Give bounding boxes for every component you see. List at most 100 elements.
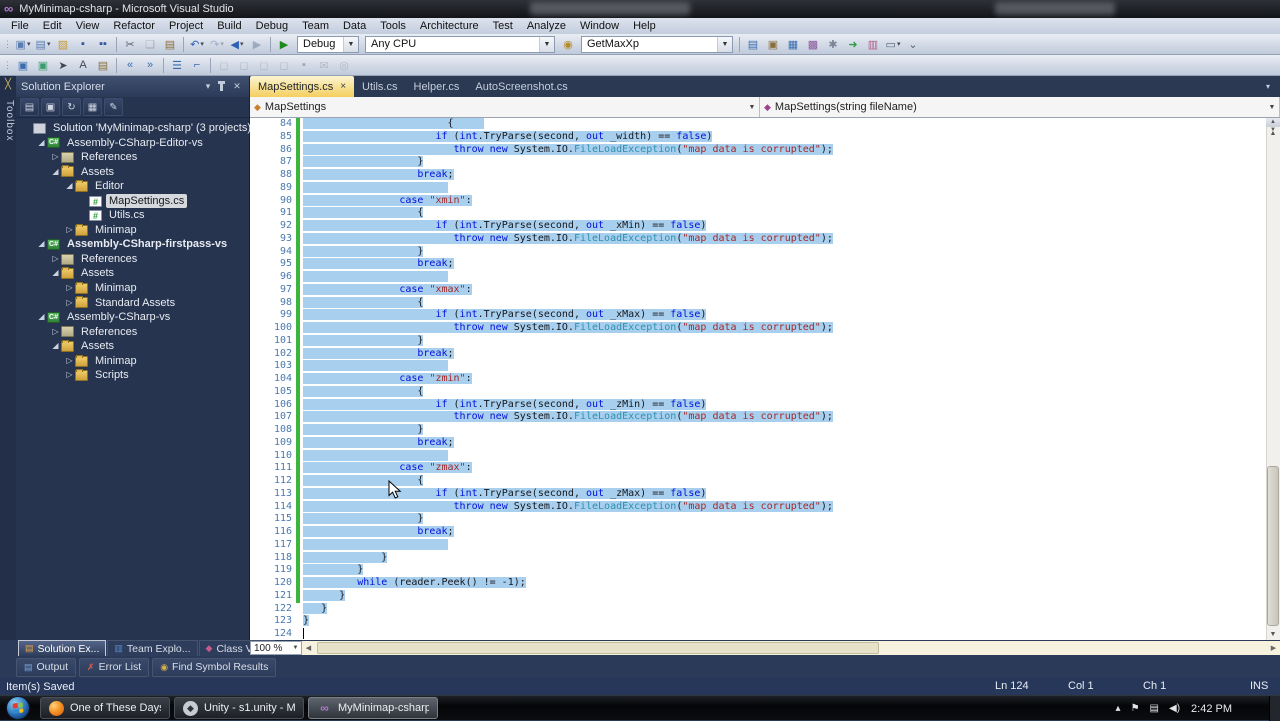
code-line-122[interactable]: 122 } bbox=[250, 602, 1266, 616]
code-editor[interactable]: 84 { 85 if (int.TryParse(second, out _wi… bbox=[250, 118, 1266, 641]
taskbar-button-myminimap-csharp[interactable]: ∞MyMinimap-csharp ... bbox=[308, 697, 438, 719]
tree-item-assembly-csharp-editor-vs[interactable]: ◢ C# Assembly-CSharp-Editor-vs bbox=[16, 136, 249, 151]
code-line-110[interactable]: 110 bbox=[250, 449, 1266, 463]
decrease-indent-icon[interactable]: « bbox=[121, 57, 139, 74]
navigate-back-icon[interactable]: ◀ ▾ bbox=[228, 36, 246, 53]
extension-manager-icon[interactable]: ✱ bbox=[824, 36, 842, 53]
increase-indent-icon[interactable]: » bbox=[141, 57, 159, 74]
code-line-113[interactable]: 113 if (int.TryParse(second, out _zMax) … bbox=[250, 487, 1266, 501]
platform-dropdown[interactable]: Any CPU ▼ bbox=[365, 35, 555, 53]
tree-item-references[interactable]: ▷ References bbox=[16, 150, 249, 165]
object-browser-icon[interactable]: ▦ bbox=[784, 36, 802, 53]
taskbar-button-one-of-these-days[interactable]: One of These Days - ... bbox=[40, 697, 170, 719]
tab-helper-cs[interactable]: Helper.cs bbox=[406, 76, 468, 97]
tab-list-dropdown-icon[interactable]: ▾ bbox=[1266, 82, 1270, 91]
navigate-forward-icon[interactable]: ▶ bbox=[248, 36, 266, 53]
collapse-all-icon[interactable]: ▤ bbox=[20, 98, 39, 116]
bubble-1-icon[interactable]: ◻ bbox=[215, 57, 233, 74]
menu-architecture[interactable]: Architecture bbox=[413, 18, 486, 34]
collapsed-arrow-icon[interactable]: ▷ bbox=[64, 281, 75, 296]
code-line-111[interactable]: 111 case "zmax": bbox=[250, 462, 1266, 475]
expanded-arrow-icon[interactable]: ◢ bbox=[36, 310, 47, 325]
code-line-118[interactable]: 118 } bbox=[250, 551, 1266, 565]
menu-help[interactable]: Help bbox=[626, 18, 663, 34]
code-line-99[interactable]: 99 if (int.TryParse(second, out _xMax) =… bbox=[250, 309, 1266, 322]
taskbar-button-unity-s1-unity-my[interactable]: ◆Unity - s1.unity - My... bbox=[174, 697, 304, 719]
code-line-96[interactable]: 96 bbox=[250, 271, 1266, 284]
code-line-87[interactable]: 87 } bbox=[250, 156, 1266, 169]
code-line-84[interactable]: 84 { bbox=[250, 118, 1266, 131]
code-line-88[interactable]: 88 break; bbox=[250, 169, 1266, 182]
code-line-120[interactable]: 120 while (reader.Peek() != -1); bbox=[250, 577, 1266, 590]
menu-data[interactable]: Data bbox=[336, 18, 373, 34]
display-object-members-icon[interactable]: ▣ bbox=[34, 57, 52, 74]
tree-item-references[interactable]: ▷ References bbox=[16, 252, 249, 267]
collapsed-arrow-icon[interactable]: ▷ bbox=[50, 150, 61, 165]
code-line-109[interactable]: 109 break; bbox=[250, 436, 1266, 450]
scroll-up-icon[interactable]: ▲ bbox=[1266, 127, 1280, 140]
view-class-diagram-icon[interactable]: ✎ bbox=[104, 98, 123, 116]
clock[interactable]: 2:42 PM bbox=[1191, 703, 1232, 715]
tree-item-standard-assets[interactable]: ▷ Standard Assets bbox=[16, 296, 249, 311]
menu-analyze[interactable]: Analyze bbox=[520, 18, 573, 34]
horizontal-scrollbar[interactable]: 100 % ▼ ◀ ▶ bbox=[250, 641, 1280, 655]
navigate-to-icon[interactable]: ➜ bbox=[844, 36, 862, 53]
menu-file[interactable]: File bbox=[4, 18, 36, 34]
properties-icon[interactable]: ▦ bbox=[83, 98, 102, 116]
start-debug-icon[interactable]: ▶ bbox=[275, 36, 293, 53]
menu-refactor[interactable]: Refactor bbox=[106, 18, 162, 34]
toolbox-icon[interactable]: ▩ bbox=[804, 36, 822, 53]
save-icon[interactable]: ▪ bbox=[74, 36, 92, 53]
display-objects-icon[interactable]: ▣ bbox=[14, 57, 32, 74]
panel-tab-output[interactable]: ▤ Output bbox=[16, 657, 77, 677]
toolbar-overflow-icon[interactable]: ⌄ bbox=[904, 36, 922, 53]
tree-item-minimap[interactable]: ▷ Minimap bbox=[16, 354, 249, 369]
collapsed-arrow-icon[interactable]: ▷ bbox=[64, 368, 75, 383]
code-line-85[interactable]: 85 if (int.TryParse(second, out _width) … bbox=[250, 130, 1266, 144]
select-pointer-icon[interactable]: ➤ bbox=[54, 57, 72, 74]
close-tab-icon[interactable]: × bbox=[340, 81, 346, 92]
bubble-4-icon[interactable]: ◻ bbox=[275, 57, 293, 74]
scroll-left-icon[interactable]: ◀ bbox=[302, 644, 315, 652]
debug-configuration-dropdown[interactable]: Debug ▼ bbox=[297, 35, 359, 53]
code-line-90[interactable]: 90 case "xmin": bbox=[250, 194, 1266, 208]
window-position-menu-icon[interactable]: ▾ bbox=[201, 81, 215, 92]
code-line-105[interactable]: 105 { bbox=[250, 385, 1266, 399]
team-explorer-icon[interactable]: ▥ bbox=[864, 36, 882, 53]
collapsed-arrow-icon[interactable]: ▷ bbox=[50, 325, 61, 340]
find-in-files-icon[interactable]: ◉ bbox=[559, 36, 577, 53]
tree-item-mapsettings-cs[interactable]: # MapSettings.cs bbox=[16, 193, 249, 209]
expanded-arrow-icon[interactable]: ◢ bbox=[64, 179, 75, 194]
panel-tab-team-explo[interactable]: ▥ Team Explo... bbox=[107, 640, 198, 656]
menu-team[interactable]: Team bbox=[295, 18, 336, 34]
find-combo[interactable]: GetMaxXp ▼ bbox=[581, 35, 733, 53]
code-line-117[interactable]: 117 bbox=[250, 538, 1266, 552]
menu-window[interactable]: Window bbox=[573, 18, 626, 34]
code-line-116[interactable]: 116 break; bbox=[250, 526, 1266, 539]
network-icon[interactable]: ▤ bbox=[1150, 703, 1159, 714]
tree-item-solution-myminimap-csharp-3-projects[interactable]: Solution 'MyMinimap-csharp' (3 projects) bbox=[16, 121, 251, 136]
tree-item-minimap[interactable]: ▷ Minimap bbox=[16, 281, 249, 296]
menu-test[interactable]: Test bbox=[486, 18, 520, 34]
expanded-arrow-icon[interactable]: ◢ bbox=[50, 165, 61, 180]
close-panel-icon[interactable]: ✕ bbox=[230, 81, 244, 92]
copy-icon[interactable]: ❏ bbox=[141, 36, 159, 53]
members-dropdown[interactable]: ◆ MapSettings(string fileName) ▼ bbox=[760, 97, 1280, 117]
code-line-93[interactable]: 93 throw new System.IO.FileLoadException… bbox=[250, 232, 1266, 246]
tab-autoscreenshot-cs[interactable]: AutoScreenshot.cs bbox=[467, 76, 575, 97]
menu-edit[interactable]: Edit bbox=[36, 18, 69, 34]
code-line-92[interactable]: 92 if (int.TryParse(second, out _xMin) =… bbox=[250, 220, 1266, 233]
tree-item-assets[interactable]: ◢ Assets bbox=[16, 266, 249, 281]
collapsed-arrow-icon[interactable]: ▷ bbox=[64, 296, 75, 311]
code-line-115[interactable]: 115 } bbox=[250, 513, 1266, 526]
code-line-102[interactable]: 102 break; bbox=[250, 347, 1266, 361]
code-line-112[interactable]: 112 { bbox=[250, 475, 1266, 488]
tree-item-assembly-csharp-vs[interactable]: ◢ C# Assembly-CSharp-vs bbox=[16, 310, 249, 325]
properties-window-icon[interactable]: ▣ bbox=[764, 36, 782, 53]
code-line-89[interactable]: 89 bbox=[250, 181, 1266, 195]
horizontal-scrollbar-thumb[interactable] bbox=[317, 642, 879, 654]
code-line-101[interactable]: 101 } bbox=[250, 334, 1266, 348]
mail-comment-icon[interactable]: ✉ bbox=[315, 57, 333, 74]
save-all-icon[interactable]: ▪▪ bbox=[94, 36, 112, 53]
menu-project[interactable]: Project bbox=[162, 18, 210, 34]
